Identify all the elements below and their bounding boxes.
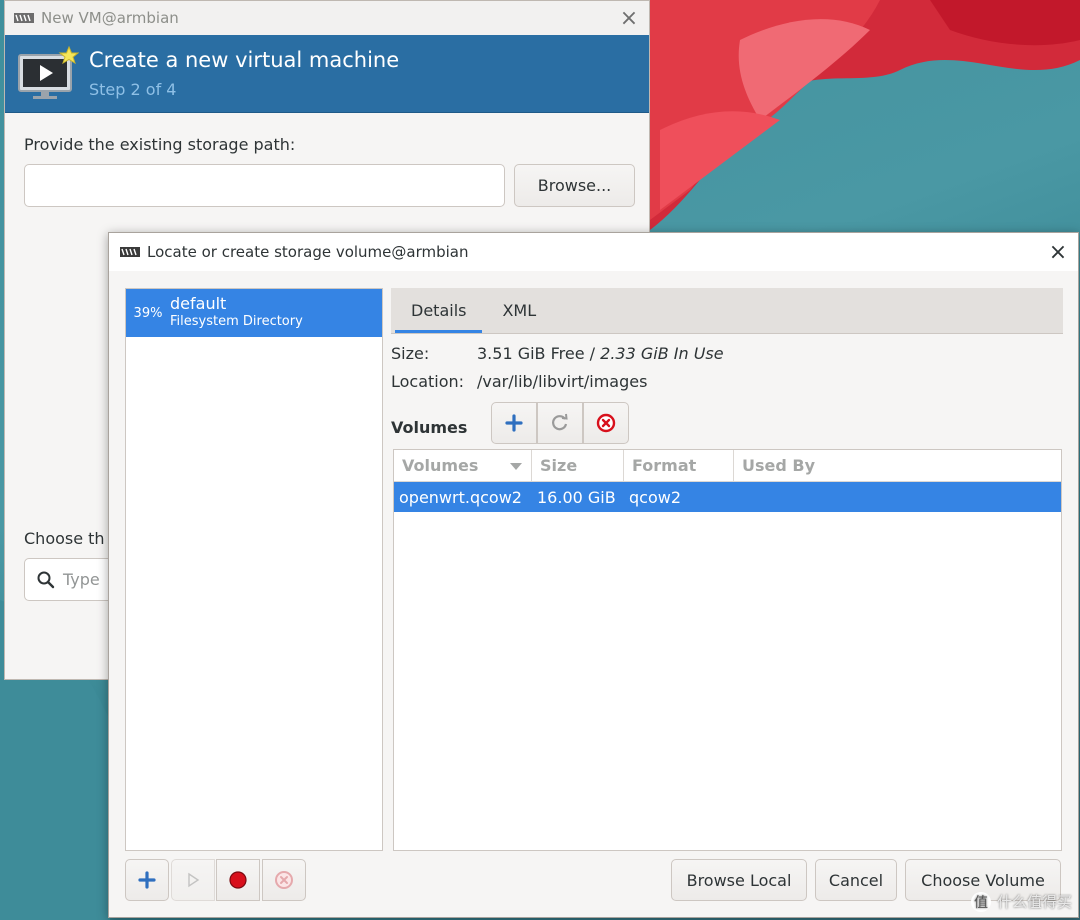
virt-manager-icon xyxy=(120,247,140,257)
dialog-title: Locate or create storage volume@armbian xyxy=(147,243,469,261)
plus-icon xyxy=(138,871,156,889)
search-placeholder: Type xyxy=(63,570,100,589)
delete-pool-button[interactable] xyxy=(262,859,306,901)
refresh-icon xyxy=(552,413,568,431)
pool-row-default[interactable]: 39% default Filesystem Directory xyxy=(126,289,382,337)
browse-local-button[interactable]: Browse Local xyxy=(671,859,807,901)
delete-volume-button[interactable] xyxy=(583,402,629,444)
watermark-logo-icon: 值 xyxy=(970,891,991,912)
plus-icon xyxy=(505,414,523,432)
volumes-table[interactable]: Volumes Size Format Used By openwrt.qcow… xyxy=(393,449,1062,851)
volume-size: 16.00 GiB xyxy=(537,487,616,507)
pool-list[interactable]: 39% default Filesystem Directory xyxy=(125,288,383,851)
size-separator: / xyxy=(584,344,601,363)
pool-name: default xyxy=(170,294,227,313)
column-label: Volumes xyxy=(402,456,479,475)
volume-format: qcow2 xyxy=(629,487,682,507)
close-icon[interactable]: × xyxy=(617,6,641,31)
wizard-title: Create a new virtual machine xyxy=(89,48,400,72)
sort-down-icon xyxy=(510,462,522,470)
tab-details[interactable]: Details xyxy=(393,287,484,333)
location-value: /var/lib/libvirt/images xyxy=(477,372,648,391)
pool-usage-percent: 39% xyxy=(133,305,163,321)
location-line: Location: /var/lib/libvirt/images xyxy=(391,372,647,391)
close-icon[interactable]: × xyxy=(1046,240,1070,265)
size-label: Size: xyxy=(391,344,430,363)
site-watermark: 值 什么值得买 xyxy=(970,891,1072,912)
choose-label: Choose th xyxy=(24,529,105,548)
watermark-text: 什么值得买 xyxy=(996,893,1072,911)
search-icon xyxy=(37,571,55,588)
delete-icon xyxy=(275,871,293,889)
column-header-size[interactable]: Size xyxy=(532,450,624,481)
pool-details-pane: Details XML Size: 3.51 GiB Free / 2.33 Gi… xyxy=(391,288,1063,851)
start-pool-button[interactable] xyxy=(171,859,215,901)
virt-manager-icon xyxy=(14,13,34,23)
pool-type: Filesystem Directory xyxy=(170,314,303,329)
monitor-play-icon xyxy=(18,45,79,99)
size-free: 3.51 GiB Free xyxy=(477,344,585,363)
table-header: Volumes Size Format Used By xyxy=(394,450,1061,482)
volumes-heading: Volumes xyxy=(391,418,468,437)
delete-icon xyxy=(596,413,616,433)
column-header-format[interactable]: Format xyxy=(624,450,734,481)
new-vm-title: New VM@armbian xyxy=(41,9,179,27)
dialog-titlebar[interactable]: Locate or create storage volume@armbian … xyxy=(109,233,1078,271)
location-label: Location: xyxy=(391,372,465,391)
new-vm-titlebar[interactable]: New VM@armbian × xyxy=(5,1,649,35)
wizard-step: Step 2 of 4 xyxy=(89,80,177,99)
storage-volume-dialog: Locate or create storage volume@armbian … xyxy=(108,232,1079,918)
wizard-banner: Create a new virtual machine Step 2 of 4 xyxy=(5,35,649,113)
tab-xml[interactable]: XML xyxy=(484,287,554,333)
refresh-volumes-button[interactable] xyxy=(537,402,583,444)
size-in-use: 2.33 GiB In Use xyxy=(600,344,724,363)
volume-used-by xyxy=(734,482,1061,512)
add-pool-button[interactable] xyxy=(125,859,169,901)
stop-pool-button[interactable] xyxy=(216,859,260,901)
volume-name: openwrt.qcow2 xyxy=(399,487,522,507)
stop-icon xyxy=(229,871,247,889)
details-tabbar: Details XML xyxy=(391,288,1063,334)
storage-path-input[interactable] xyxy=(24,164,505,207)
cancel-button[interactable]: Cancel xyxy=(815,859,897,901)
add-volume-button[interactable] xyxy=(491,402,537,444)
play-icon xyxy=(188,872,200,888)
column-header-used-by[interactable]: Used By xyxy=(734,450,1061,481)
size-line: Size: 3.51 GiB Free / 2.33 GiB In Use xyxy=(391,344,724,363)
table-row[interactable]: openwrt.qcow2 16.00 GiB qcow2 xyxy=(394,482,1061,512)
browse-button[interactable]: Browse... xyxy=(514,164,635,207)
column-header-volumes[interactable]: Volumes xyxy=(394,450,532,481)
storage-path-label: Provide the existing storage path: xyxy=(24,135,296,154)
